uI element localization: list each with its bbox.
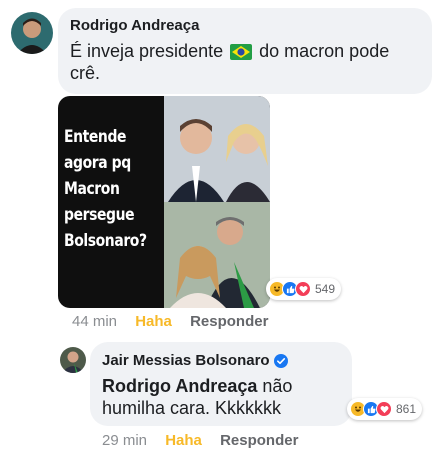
reply-button[interactable]: Responder [220,432,298,449]
commenter-avatar[interactable] [11,12,53,54]
comment-timestamp[interactable]: 44 min [72,313,117,330]
comment-text: É inveja presidente do macron pode crê. [70,40,420,84]
verified-badge-icon [273,353,288,368]
comment-text-part: É inveja presidente [70,41,224,61]
reply-actions: 29 min Haha Responder [102,432,312,449]
reaction-button[interactable]: Haha [135,313,172,330]
reply-avatar[interactable] [60,347,86,373]
love-icon [376,401,392,417]
meme-caption: Entende agora pq Macron persegue Bolsona… [64,127,147,251]
reaction-count: 549 [315,282,336,296]
reaction-count: 861 [396,402,417,416]
reaction-summary[interactable]: 861 [347,398,423,420]
reply-author[interactable]: Jair Messias Bolsonaro [102,352,288,369]
love-icon [295,281,311,297]
reply-text: Rodrigo Andreaça não humilha cara. Kkkkk… [102,375,342,419]
comment-author[interactable]: Rodrigo Andreaça [70,17,199,34]
comment-image[interactable]: Entende agora pq Macron persegue Bolsona… [58,96,270,308]
reaction-summary[interactable]: 549 [266,278,342,300]
meme-photo-top [164,96,270,202]
reaction-button[interactable]: Haha [165,432,202,449]
comment-bubble: Rodrigo Andreaça É inveja presidente do … [58,8,432,94]
meme-photo-bottom [164,202,270,308]
reply-button[interactable]: Responder [190,313,268,330]
reply-author-name[interactable]: Jair Messias Bolsonaro [102,352,270,369]
mention-link[interactable]: Rodrigo Andreaça [102,376,257,396]
brazil-flag-icon [230,43,253,60]
comment-actions: 44 min Haha Responder [72,313,282,330]
reply-bubble: Jair Messias Bolsonaro Rodrigo Andreaça … [90,342,352,426]
reply-timestamp[interactable]: 29 min [102,432,147,449]
